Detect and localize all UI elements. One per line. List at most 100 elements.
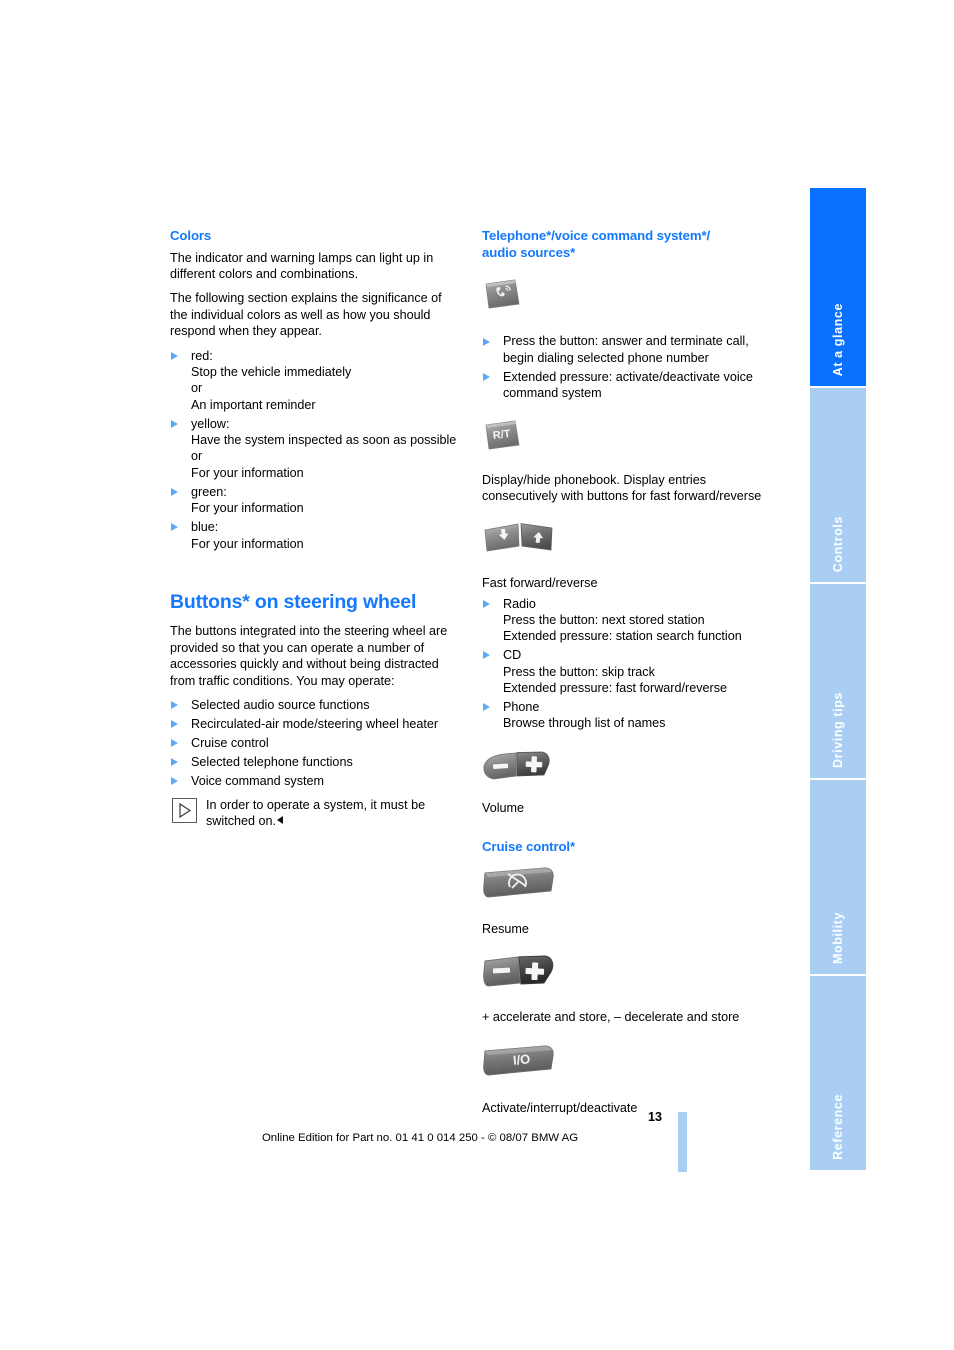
list-item-label: Voice command system [191,773,324,788]
copyright-line: Online Edition for Part no. 01 41 0 014 … [261,1132,579,1144]
triangle-bullet-icon [171,701,178,710]
function-label: CD [503,648,522,663]
triangle-bullet-icon [171,739,178,748]
list-item: Press the button: answer and terminate c… [482,333,772,366]
note-box: In order to operate a system, it must be… [170,797,460,830]
section-tab-strip: At a glance Controls Driving tips Mobili… [810,188,866,1170]
list-item: Extended pressure: activate/deactivate v… [482,369,772,402]
cruise-control-heading: Cruise control* [482,838,576,854]
page-number: 13 [647,1110,662,1124]
color-line: For your information [191,465,304,480]
color-line: or [191,381,203,396]
function-line: Extended pressure: station search functi… [503,629,742,644]
tab-label: At a glance [831,302,845,376]
steering-wheel-rt-button-image: R/T [482,419,772,463]
colors-paragraph-1: The indicator and warning lamps can ligh… [170,250,434,281]
cruise-resume-button-image [482,864,772,914]
list-item: Voice command system [170,773,460,789]
tab-at-a-glance[interactable]: At a glance [810,188,866,388]
colors-heading: Colors [170,228,212,243]
list-item-label: Recirculated-air mode/steering wheel hea… [191,716,439,731]
list-item-label: Cruise control [191,735,269,750]
list-item-label: Press the button: answer and terminate c… [503,334,749,365]
list-item: Selected audio source functions [170,697,460,713]
list-item: green: For your information [170,484,460,517]
triangle-bullet-icon [483,337,490,346]
list-item: Cruise control [170,735,460,751]
triangle-bullet-icon [171,351,178,360]
triangle-bullet-icon [171,487,178,496]
list-item: Selected telephone functions [170,754,460,770]
color-line: An important reminder [191,397,316,412]
cruise-io-button-image: I/O [482,1042,772,1092]
fast-forward-reverse-buttons-image [482,522,772,568]
triangle-bullet-icon [171,776,178,785]
triangle-bullet-icon [483,651,490,660]
volume-caption: Volume [482,801,525,816]
color-line: Stop the vehicle immediately [191,364,352,379]
list-item: Phone Browse through list of names [482,699,772,732]
function-line: Extended pressure: fast forward/reverse [503,681,727,696]
tab-label: Controls [831,515,845,572]
colors-list: red: Stop the vehicle immediately or An … [170,348,460,552]
list-item: blue: For your information [170,519,460,552]
fast-forward-reverse-functions: Radio Press the button: next stored stat… [482,596,772,732]
list-item-label: Selected telephone functions [191,754,353,769]
note-text: In order to operate a system, it must be… [206,798,426,829]
fast-forward-reverse-caption: Fast forward/reverse [482,576,598,591]
right-text-column: Telephone*/voice command system*/ audio … [482,228,772,1117]
svg-text:R/T: R/T [492,427,511,441]
phone-button-functions: Press the button: answer and terminate c… [482,333,772,401]
cruise-accelerate-caption: + accelerate and store, – decelerate and… [482,1010,740,1025]
note-triangle-icon [172,798,197,824]
list-item: red: Stop the vehicle immediately or An … [170,348,460,414]
color-line: or [191,449,203,464]
cruise-accelerate-decelerate-button-image [482,953,772,1003]
tab-label: Reference [831,1094,845,1160]
cruise-resume-caption: Resume [482,921,529,936]
colors-paragraph-2: The following section explains the signi… [170,291,442,339]
color-line: Have the system inspected as soon as pos… [191,433,457,448]
color-label: blue: [191,520,219,535]
list-item: CD Press the button: skip track Extended… [482,647,772,696]
buttons-operable-list: Selected audio source functions Recircul… [170,697,460,789]
triangle-bullet-icon [483,372,490,381]
tab-driving-tips[interactable]: Driving tips [810,584,866,780]
telephone-heading-line1: Telephone*/voice command system*/ [482,228,711,243]
function-line: Press the button: skip track [503,664,655,679]
tab-controls[interactable]: Controls [810,388,866,584]
note-end-marker [277,816,284,825]
manual-page: At a glance Controls Driving tips Mobili… [0,0,954,1350]
function-line: Browse through list of names [503,716,666,731]
left-text-column: Colors The indicator and warning lamps c… [170,228,460,830]
color-label: red: [191,348,213,363]
telephone-heading-line2: audio sources* [482,244,576,260]
list-item-label: Selected audio source functions [191,698,370,713]
list-item-label: Extended pressure: activate/deactivate v… [503,369,753,401]
tab-reference[interactable]: Reference [810,976,866,1170]
triangle-bullet-icon [483,703,490,712]
triangle-bullet-icon [171,757,178,766]
footer-blue-bar [678,1112,687,1172]
triangle-bullet-icon [171,419,178,428]
function-label: Phone [503,700,540,714]
buttons-paragraph: The buttons integrated into the steering… [170,624,448,688]
triangle-bullet-icon [171,720,178,729]
volume-button-image [482,748,772,794]
triangle-bullet-icon [171,523,178,532]
function-label: Radio [503,596,536,611]
svg-text:I/O: I/O [512,1051,531,1067]
list-item: Radio Press the button: next stored stat… [482,596,772,645]
steering-wheel-phone-button-image [482,277,772,321]
tab-mobility[interactable]: Mobility [810,780,866,976]
list-item: yellow: Have the system inspected as soo… [170,416,460,482]
list-item: Recirculated-air mode/steering wheel hea… [170,716,460,732]
triangle-bullet-icon [483,599,490,608]
buttons-heading: Buttons* on steering wheel [170,591,417,614]
color-line: For your information [191,501,304,516]
tab-label: Driving tips [831,692,845,768]
color-label: yellow: [191,416,230,431]
color-label: green: [191,484,227,499]
telephone-heading: Telephone*/voice command system*/ audio … [482,228,772,261]
